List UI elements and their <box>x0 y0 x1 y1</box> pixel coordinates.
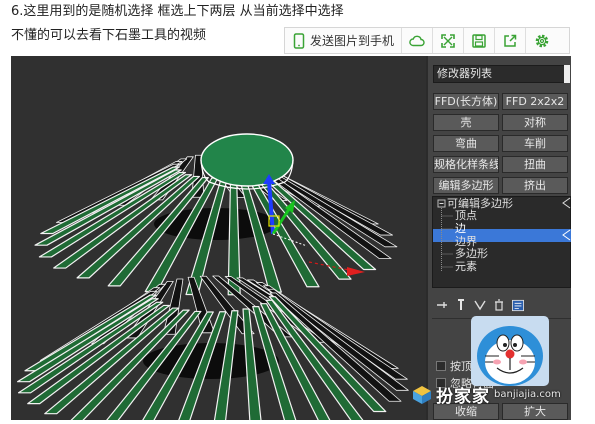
show-end-result-icon[interactable] <box>455 299 467 312</box>
perspective-viewport[interactable] <box>11 56 426 420</box>
send-to-phone-button[interactable]: 发送图片到手机 <box>285 28 403 53</box>
modifier-button-normalize-spline[interactable]: 规格化样条线 <box>433 156 499 173</box>
modifier-button-shell[interactable]: 壳 <box>433 114 499 131</box>
banjiajia-logo-icon <box>413 385 431 404</box>
modifier-button-twist[interactable]: 扭曲 <box>502 156 568 173</box>
share-button[interactable] <box>495 28 527 53</box>
send-to-phone-label: 发送图片到手机 <box>310 34 395 48</box>
settings-button[interactable] <box>526 28 557 53</box>
modifier-list-dropdown[interactable]: 修改器列表 <box>433 65 570 83</box>
remove-modifier-icon[interactable] <box>493 299 505 312</box>
settings-gear-icon <box>535 34 548 47</box>
phone-icon <box>293 32 305 49</box>
banjiajia-watermark: 扮家家 banjiajia.com <box>412 382 561 407</box>
stack-tree-lines <box>437 197 571 272</box>
configure-sets-icon[interactable] <box>512 299 524 312</box>
lamp-mesh-scene <box>17 133 409 420</box>
cloud-button[interactable] <box>402 28 434 53</box>
modifier-button-lathe[interactable]: 车削 <box>502 135 568 152</box>
save-button[interactable] <box>464 28 496 53</box>
share-icon <box>504 34 517 47</box>
caption-line-1: 6.这里用到的是随机选择 框选上下两层 从当前选择中选择 <box>11 4 344 19</box>
lamp-top-cap <box>200 133 294 187</box>
watermark-url: banjiajia.com <box>494 389 561 400</box>
make-unique-icon[interactable] <box>474 299 486 312</box>
caption-line-2: 不懂的可以去看下石墨工具的视频 <box>11 28 207 43</box>
doraemon-mascot-image <box>471 316 549 386</box>
stack-item-polygon[interactable]: 多边形 <box>455 248 488 260</box>
save-icon <box>472 33 486 48</box>
modifier-button-edit-poly[interactable]: 编辑多边形 <box>433 177 499 194</box>
modifier-stack: 可编辑多边形 顶点 边 边界 多边形 元素 <box>432 196 571 288</box>
modifier-button-symmetry[interactable]: 对称 <box>502 114 568 131</box>
expand-icon <box>441 33 455 48</box>
modifier-button-extrude[interactable]: 挤出 <box>502 177 568 194</box>
cloud-icon <box>409 35 425 46</box>
stack-item-vertex[interactable]: 顶点 <box>455 210 477 222</box>
pin-stack-icon[interactable] <box>436 299 448 312</box>
by-vertex-checkbox[interactable] <box>436 361 446 371</box>
fullscreen-button[interactable] <box>433 28 465 53</box>
stack-item-edge[interactable]: 边 <box>455 223 466 235</box>
watermark-brand: 扮家家 <box>436 387 490 407</box>
stack-tools-row <box>432 296 571 314</box>
modifier-button-ffd-2x2x2[interactable]: FFD 2x2x2 <box>502 93 568 110</box>
modifier-button-ffd-box[interactable]: FFD(长方体) <box>433 93 499 110</box>
image-toolbar: 发送图片到手机 <box>284 27 570 54</box>
stack-item-element[interactable]: 元素 <box>455 261 477 273</box>
modifier-button-bend[interactable]: 弯曲 <box>433 135 499 152</box>
upper-layer-slat <box>38 171 187 258</box>
